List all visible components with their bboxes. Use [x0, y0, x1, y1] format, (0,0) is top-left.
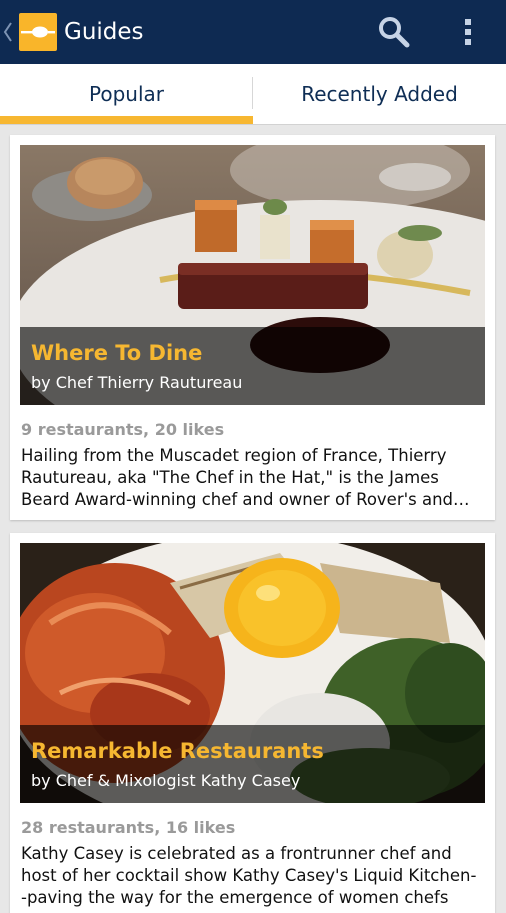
guide-title: Where To Dine: [31, 341, 203, 365]
tab-recently-added[interactable]: Recently Added: [253, 64, 506, 124]
guide-photo: Remarkable Restaurants by Chef & Mixolog…: [20, 543, 485, 803]
overflow-menu-icon[interactable]: [454, 12, 484, 52]
guide-description: Kathy Casey is celebrated as a frontrunn…: [21, 844, 477, 907]
guide-title: Remarkable Restaurants: [31, 739, 324, 763]
action-bar: Guides: [0, 0, 506, 64]
tab-bar: Popular Recently Added: [0, 64, 506, 125]
back-chevron-icon[interactable]: [2, 18, 14, 46]
search-icon[interactable]: [376, 14, 412, 50]
guide-card[interactable]: Where To Dine by Chef Thierry Rautureau …: [10, 135, 495, 520]
page-title: Guides: [64, 19, 144, 45]
app-logo-icon[interactable]: [19, 13, 57, 51]
tab-divider: [252, 77, 253, 109]
tab-popular[interactable]: Popular: [0, 64, 253, 124]
guide-stats: 9 restaurants, 20 likes: [21, 420, 225, 439]
guide-card[interactable]: Remarkable Restaurants by Chef & Mixolog…: [10, 533, 495, 913]
guide-photo: Where To Dine by Chef Thierry Rautureau: [20, 145, 485, 405]
guide-author: by Chef Thierry Rautureau: [31, 373, 243, 392]
guide-title-overlay: Where To Dine by Chef Thierry Rautureau: [20, 327, 485, 405]
guide-description: Hailing from the Muscadet region of Fran…: [21, 446, 470, 509]
selected-tab-indicator: [0, 116, 253, 124]
guide-author: by Chef & Mixologist Kathy Casey: [31, 771, 301, 790]
guide-title-overlay: Remarkable Restaurants by Chef & Mixolog…: [20, 725, 485, 803]
guide-stats: 28 restaurants, 16 likes: [21, 818, 236, 837]
